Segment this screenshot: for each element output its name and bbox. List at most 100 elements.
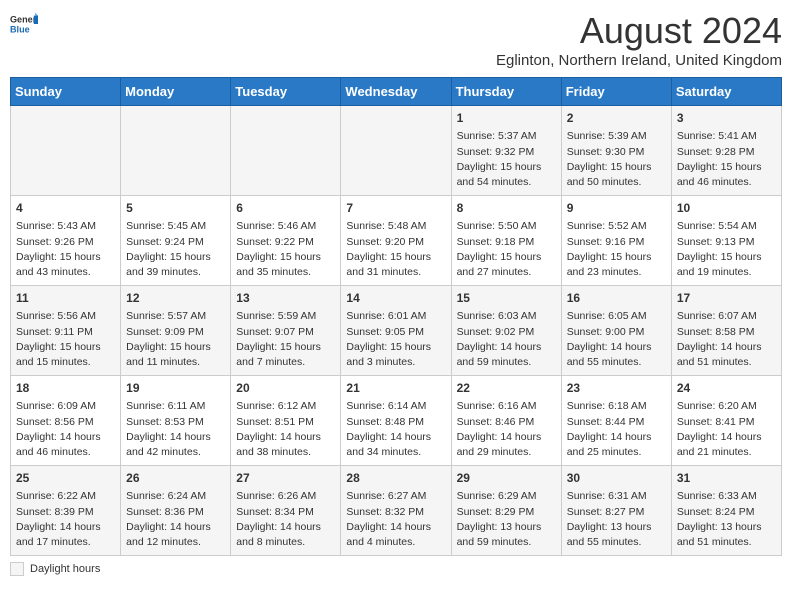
day-cell xyxy=(11,106,121,196)
day-number: 3 xyxy=(677,110,776,127)
cell-info: Sunrise: 5:45 AMSunset: 9:24 PMDaylight:… xyxy=(126,220,211,278)
day-header-monday: Monday xyxy=(121,78,231,106)
cell-info: Sunrise: 6:18 AMSunset: 8:44 PMDaylight:… xyxy=(567,400,652,458)
day-cell: 25 Sunrise: 6:22 AMSunset: 8:39 PMDayligh… xyxy=(11,466,121,556)
day-cell: 11Sunrise: 5:56 AMSunset: 9:11 PMDayligh… xyxy=(11,286,121,376)
cell-info: Sunrise: 6:14 AMSunset: 8:48 PMDaylight:… xyxy=(346,400,431,458)
day-cell xyxy=(341,106,451,196)
day-number: 26 xyxy=(126,470,225,487)
day-number: 5 xyxy=(126,200,225,217)
week-row-4: 18Sunrise: 6:09 AMSunset: 8:56 PMDayligh… xyxy=(11,376,782,466)
cell-info: Sunrise: 6:31 AMSunset: 8:27 PMDaylight:… xyxy=(567,490,652,548)
day-cell: 9Sunrise: 5:52 AMSunset: 9:16 PMDaylight… xyxy=(561,196,671,286)
day-cell: 8 Sunrise: 5:50 AMSunset: 9:18 PMDaylight… xyxy=(451,196,561,286)
day-number: 30 xyxy=(567,470,666,487)
month-title: August 2024 xyxy=(496,10,782,52)
day-number: 18 xyxy=(16,380,115,397)
day-header-friday: Friday xyxy=(561,78,671,106)
day-header-wednesday: Wednesday xyxy=(341,78,451,106)
cell-info: Sunrise: 6:20 AMSunset: 8:41 PMDaylight:… xyxy=(677,400,762,458)
day-cell: 26 Sunrise: 6:24 AMSunset: 8:36 PMDayligh… xyxy=(121,466,231,556)
day-number: 27 xyxy=(236,470,335,487)
week-row-5: 25 Sunrise: 6:22 AMSunset: 8:39 PMDayligh… xyxy=(11,466,782,556)
cell-info: Sunrise: 5:48 AMSunset: 9:20 PMDaylight:… xyxy=(346,220,431,278)
cell-info: Sunrise: 5:46 AMSunset: 9:22 PMDaylight:… xyxy=(236,220,321,278)
logo: General Blue xyxy=(10,10,38,38)
day-number: 1 xyxy=(457,110,556,127)
header-row: SundayMondayTuesdayWednesdayThursdayFrid… xyxy=(11,78,782,106)
day-cell: 15Sunrise: 6:03 AMSunset: 9:02 PMDayligh… xyxy=(451,286,561,376)
day-cell: 30 Sunrise: 6:31 AMSunset: 8:27 PMDayligh… xyxy=(561,466,671,556)
day-number: 29 xyxy=(457,470,556,487)
day-number: 21 xyxy=(346,380,445,397)
cell-info: Sunrise: 5:41 AMSunset: 9:28 PMDaylight:… xyxy=(677,130,762,188)
footer: Daylight hours xyxy=(10,562,782,576)
day-cell: 5 Sunrise: 5:45 AMSunset: 9:24 PMDaylight… xyxy=(121,196,231,286)
day-cell: 31Sunrise: 6:33 AMSunset: 8:24 PMDayligh… xyxy=(671,466,781,556)
day-cell: 4Sunrise: 5:43 AMSunset: 9:26 PMDaylight… xyxy=(11,196,121,286)
cell-info: Sunrise: 6:03 AMSunset: 9:02 PMDaylight:… xyxy=(457,310,542,368)
daylight-label: Daylight hours xyxy=(30,563,100,575)
day-cell: 18Sunrise: 6:09 AMSunset: 8:56 PMDayligh… xyxy=(11,376,121,466)
day-cell: 21 Sunrise: 6:14 AMSunset: 8:48 PMDayligh… xyxy=(341,376,451,466)
cell-info: Sunrise: 6:24 AMSunset: 8:36 PMDaylight:… xyxy=(126,490,211,548)
day-number: 16 xyxy=(567,290,666,307)
day-number: 14 xyxy=(346,290,445,307)
day-cell: 23 Sunrise: 6:18 AMSunset: 8:44 PMDayligh… xyxy=(561,376,671,466)
cell-info: Sunrise: 6:05 AMSunset: 9:00 PMDaylight:… xyxy=(567,310,652,368)
day-cell: 27 Sunrise: 6:26 AMSunset: 8:34 PMDayligh… xyxy=(231,466,341,556)
cell-info: Sunrise: 5:39 AMSunset: 9:30 PMDaylight:… xyxy=(567,130,652,188)
day-cell: 19Sunrise: 6:11 AMSunset: 8:53 PMDayligh… xyxy=(121,376,231,466)
day-number: 23 xyxy=(567,380,666,397)
day-number: 24 xyxy=(677,380,776,397)
day-cell: 24 Sunrise: 6:20 AMSunset: 8:41 PMDayligh… xyxy=(671,376,781,466)
day-number: 25 xyxy=(16,470,115,487)
cell-info: Sunrise: 6:27 AMSunset: 8:32 PMDaylight:… xyxy=(346,490,431,548)
week-row-2: 4Sunrise: 5:43 AMSunset: 9:26 PMDaylight… xyxy=(11,196,782,286)
cell-info: Sunrise: 6:29 AMSunset: 8:29 PMDaylight:… xyxy=(457,490,542,548)
day-cell: 29 Sunrise: 6:29 AMSunset: 8:29 PMDayligh… xyxy=(451,466,561,556)
title-area: August 2024 Eglinton, Northern Ireland, … xyxy=(496,10,782,69)
day-number: 4 xyxy=(16,200,115,217)
svg-text:Blue: Blue xyxy=(10,24,30,34)
day-number: 2 xyxy=(567,110,666,127)
day-number: 20 xyxy=(236,380,335,397)
day-cell xyxy=(231,106,341,196)
day-cell: 16 Sunrise: 6:05 AMSunset: 9:00 PMDayligh… xyxy=(561,286,671,376)
day-cell: 14Sunrise: 6:01 AMSunset: 9:05 PMDayligh… xyxy=(341,286,451,376)
day-header-tuesday: Tuesday xyxy=(231,78,341,106)
cell-info: Sunrise: 6:07 AMSunset: 8:58 PMDaylight:… xyxy=(677,310,762,368)
day-cell: 20Sunrise: 6:12 AMSunset: 8:51 PMDayligh… xyxy=(231,376,341,466)
day-cell: 22 Sunrise: 6:16 AMSunset: 8:46 PMDayligh… xyxy=(451,376,561,466)
day-number: 8 xyxy=(457,200,556,217)
day-cell xyxy=(121,106,231,196)
cell-info: Sunrise: 6:22 AMSunset: 8:39 PMDaylight:… xyxy=(16,490,101,548)
cell-info: Sunrise: 5:50 AMSunset: 9:18 PMDaylight:… xyxy=(457,220,542,278)
day-number: 13 xyxy=(236,290,335,307)
cell-info: Sunrise: 6:26 AMSunset: 8:34 PMDaylight:… xyxy=(236,490,321,548)
cell-info: Sunrise: 5:59 AMSunset: 9:07 PMDaylight:… xyxy=(236,310,321,368)
cell-info: Sunrise: 6:16 AMSunset: 8:46 PMDaylight:… xyxy=(457,400,542,458)
day-number: 9 xyxy=(567,200,666,217)
day-number: 6 xyxy=(236,200,335,217)
day-number: 10 xyxy=(677,200,776,217)
day-number: 31 xyxy=(677,470,776,487)
day-cell: 12Sunrise: 5:57 AMSunset: 9:09 PMDayligh… xyxy=(121,286,231,376)
day-cell: 6 Sunrise: 5:46 AMSunset: 9:22 PMDaylight… xyxy=(231,196,341,286)
week-row-1: 1 Sunrise: 5:37 AMSunset: 9:32 PMDaylight… xyxy=(11,106,782,196)
day-header-saturday: Saturday xyxy=(671,78,781,106)
day-cell: 17Sunrise: 6:07 AMSunset: 8:58 PMDayligh… xyxy=(671,286,781,376)
cell-info: Sunrise: 5:37 AMSunset: 9:32 PMDaylight:… xyxy=(457,130,542,188)
day-cell: 3 Sunrise: 5:41 AMSunset: 9:28 PMDaylight… xyxy=(671,106,781,196)
day-number: 11 xyxy=(16,290,115,307)
day-cell: 13 Sunrise: 5:59 AMSunset: 9:07 PMDayligh… xyxy=(231,286,341,376)
day-cell: 1 Sunrise: 5:37 AMSunset: 9:32 PMDaylight… xyxy=(451,106,561,196)
day-cell: 28 Sunrise: 6:27 AMSunset: 8:32 PMDayligh… xyxy=(341,466,451,556)
day-cell: 2 Sunrise: 5:39 AMSunset: 9:30 PMDaylight… xyxy=(561,106,671,196)
day-header-sunday: Sunday xyxy=(11,78,121,106)
day-number: 19 xyxy=(126,380,225,397)
day-number: 22 xyxy=(457,380,556,397)
day-number: 7 xyxy=(346,200,445,217)
calendar-table: SundayMondayTuesdayWednesdayThursdayFrid… xyxy=(10,77,782,556)
day-number: 28 xyxy=(346,470,445,487)
